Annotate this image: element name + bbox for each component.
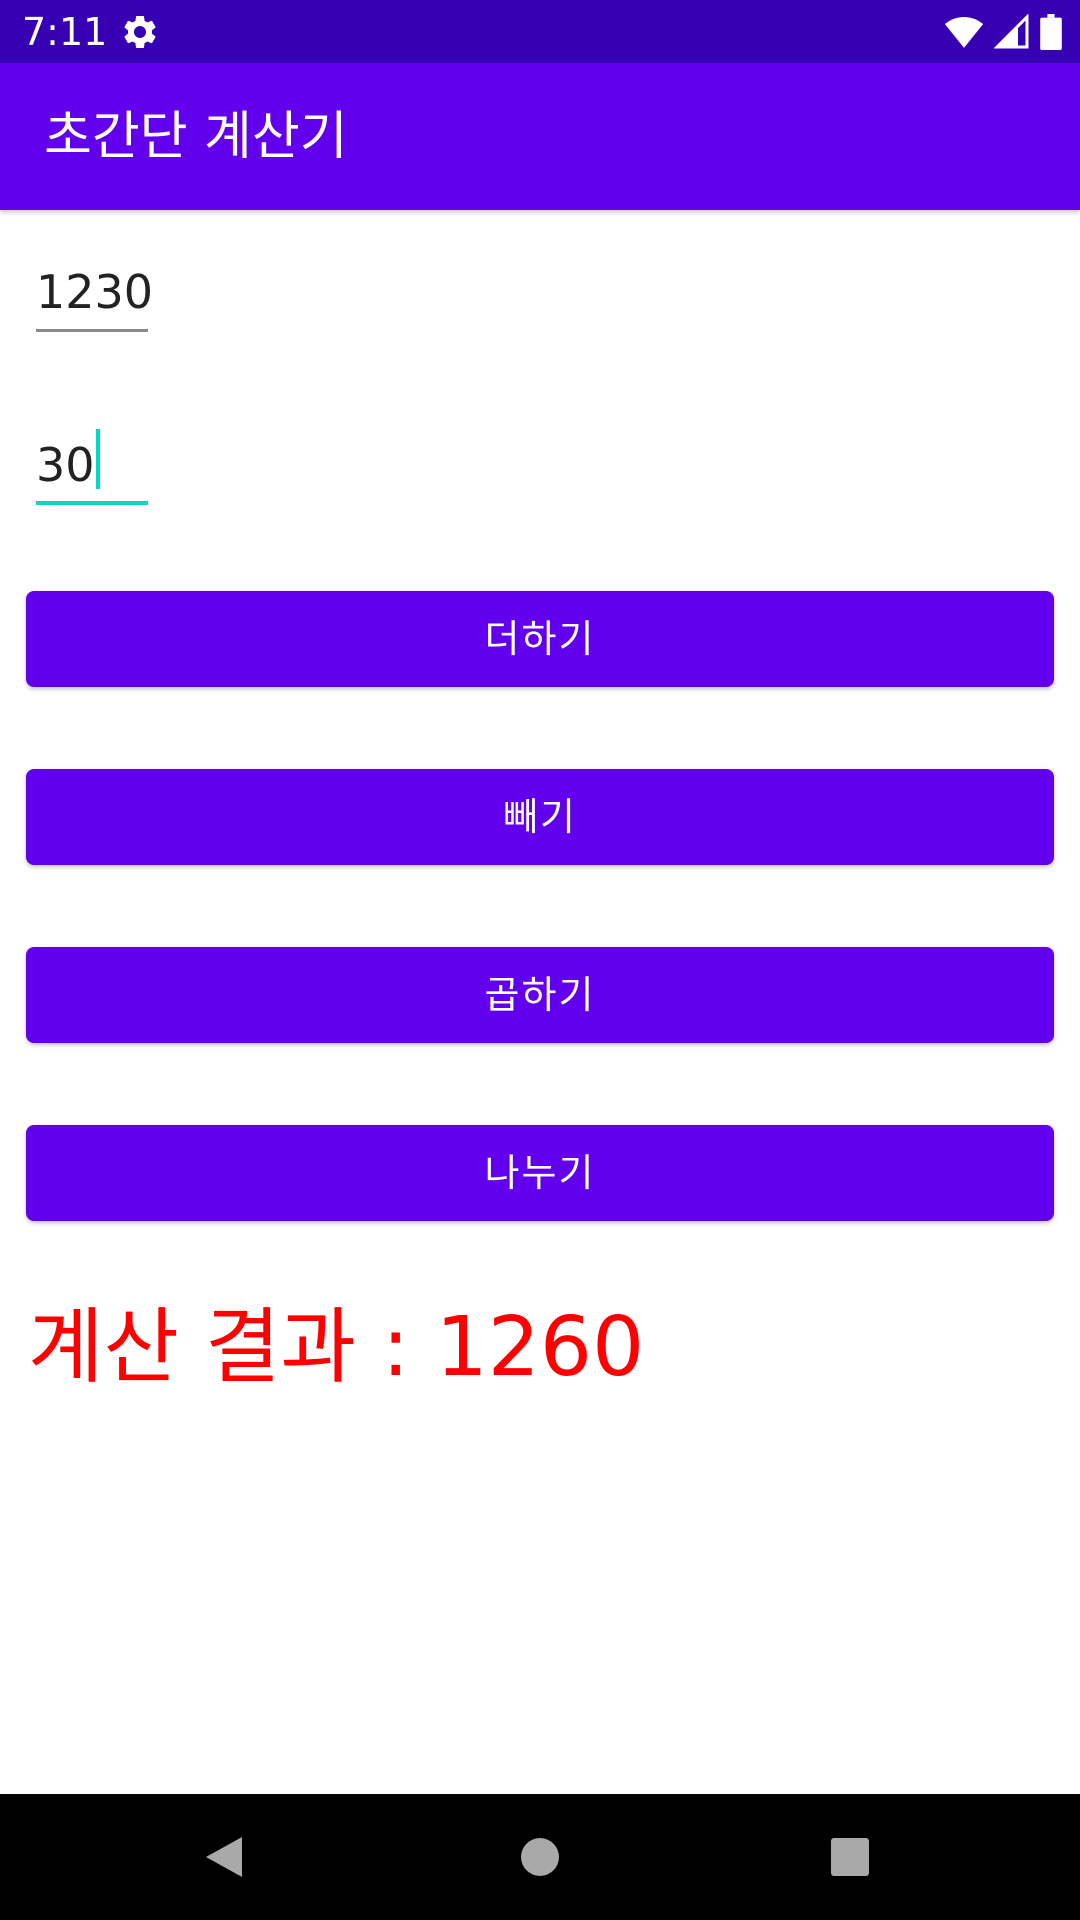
subtract-button[interactable]: 빼기 <box>26 769 1054 865</box>
gear-icon <box>124 15 156 48</box>
status-time: 7:11 <box>22 10 108 54</box>
first-number-underline <box>36 329 148 332</box>
battery-icon <box>1040 14 1062 50</box>
app-title: 초간단 계산기 <box>44 107 348 167</box>
navigation-bar <box>0 1794 1080 1920</box>
second-number-underline <box>36 501 148 505</box>
first-number-value: 1230 <box>36 265 154 319</box>
cell-signal-icon <box>994 14 1029 49</box>
add-button[interactable]: 더하기 <box>26 591 1054 687</box>
back-icon[interactable] <box>196 1827 256 1887</box>
second-number-value: 30 <box>36 438 95 492</box>
multiply-button[interactable]: 곱하기 <box>26 947 1054 1043</box>
second-number-input[interactable]: 30 <box>36 425 148 505</box>
home-icon[interactable] <box>510 1827 570 1887</box>
first-number-input[interactable]: 1230 <box>36 252 153 332</box>
divide-button[interactable]: 나누기 <box>26 1125 1054 1221</box>
status-bar: 7:11 <box>0 0 1080 63</box>
second-number-value-wrap: 30 <box>36 429 100 493</box>
status-icons <box>944 12 1062 52</box>
app-bar: 초간단 계산기 <box>0 63 1080 210</box>
result-text: 계산 결과 : 1260 <box>28 1300 645 1395</box>
wifi-icon <box>944 17 984 48</box>
recents-icon[interactable] <box>820 1827 880 1887</box>
text-cursor <box>95 429 100 489</box>
